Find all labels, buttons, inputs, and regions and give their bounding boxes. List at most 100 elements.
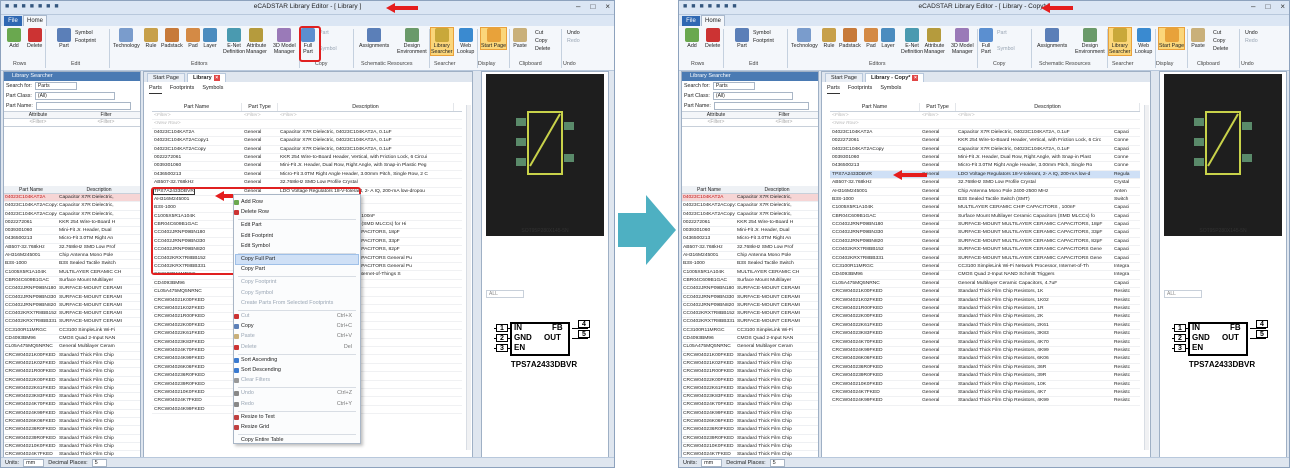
cell-part-name[interactable]: B3S-1000 — [830, 196, 920, 203]
cell-category[interactable]: Conne — [1112, 162, 1140, 169]
cell-part-name[interactable]: CRCW04023K83FKED — [152, 339, 242, 346]
searcher-row[interactable]: 04023C104KAT2ACopy1 Capacitor X7R Dielect… — [682, 202, 818, 211]
attribute-filter-row[interactable]: <Filter> <Filter> — [4, 119, 140, 127]
searcher-row[interactable]: CRCW040239R0FKED Standard Thick Film Chip — [682, 435, 818, 443]
cell-part-type[interactable]: General — [920, 204, 956, 211]
searcher-row[interactable]: CC0402JRNP09BN820 SURFACE-MOUNT CERAMI — [4, 302, 140, 311]
delete-button[interactable]: Delete — [705, 28, 720, 49]
part-name-input[interactable] — [713, 102, 809, 110]
cell-part-name[interactable]: CRCW040236R0FKED — [830, 364, 920, 371]
cell-part-type[interactable]: General — [242, 154, 278, 161]
cell-part-name[interactable]: 04023C104KAT2A — [152, 129, 242, 136]
cell-part-type[interactable]: General — [920, 229, 956, 236]
cell-description[interactable]: Micro-Fit 3.0TM Right Angle Header, 3.00… — [278, 171, 454, 178]
cell-part-name[interactable]: 0436500213 — [830, 162, 920, 169]
3d-model-manager-button[interactable]: 3D Model Manager — [273, 28, 296, 55]
cell-category[interactable]: Integra — [1112, 263, 1140, 270]
cell-description[interactable]: Standard Thick Film Chip Resistors, 4K99 — [956, 347, 1112, 354]
cell-category[interactable]: Resistc — [1112, 339, 1140, 346]
cell-part-name[interactable]: 04023C104KAT2A — [830, 129, 920, 136]
attribute-filter-row[interactable]: <Filter> <Filter> — [682, 119, 818, 127]
parts-grid-row[interactable]: CC0402JRNP09BN180 General SURFACE-MOUNT MU… — [830, 221, 1140, 230]
cell-part-type[interactable]: General — [920, 154, 956, 161]
cell-part-name[interactable]: 0039301060 — [152, 162, 242, 169]
parts-grid-row[interactable]: CC0402JRNP09BN820 General SURFACE-MOUNT MU… — [830, 238, 1140, 247]
cell-category[interactable]: Resistc — [1112, 313, 1140, 320]
cell-part-name[interactable]: CRCW040239R0FKED — [152, 381, 242, 388]
start-page-button[interactable]: Start Page — [479, 27, 508, 50]
design-environment-button[interactable]: Design Environment — [1075, 28, 1105, 55]
searcher-row[interactable]: CRCW040239R0FKED Standard Thick Film Chip — [4, 435, 140, 443]
parts-grid-row[interactable]: CBR04C609B1GAC General Surface Mount Multi… — [830, 213, 1140, 222]
minimize-icon[interactable]: – — [576, 2, 580, 11]
3d-model-manager-button[interactable]: 3D Model Manager — [951, 28, 974, 55]
decimal-places-select[interactable]: 5 — [769, 458, 785, 467]
parts-grid-row[interactable]: 04023C104KAT2A General Capacitor X7R Diele… — [830, 129, 1140, 138]
searcher-row[interactable]: CC0402JRNP09BN180 SURFACE-MOUNT CERAMI — [4, 285, 140, 294]
col-description[interactable]: Description — [956, 103, 1140, 111]
menu-item-copy-footprint[interactable]: Copy Footprint — [236, 278, 358, 287]
cell-description[interactable]: 32.768kHz SMD Low Profile Crystal — [278, 179, 454, 186]
assignments-button[interactable]: Assignments — [1037, 28, 1067, 49]
searcher-row[interactable]: 04023C104KAT2ACopy Capacitor X7R Dielectr… — [682, 211, 818, 219]
cell-part-name[interactable]: 0039301060 — [830, 154, 920, 161]
cell-part-type[interactable]: General — [242, 129, 278, 136]
parts-grid-row[interactable]: CC0402JRNP09BN330 General SURFACE-MOUNT MU… — [830, 229, 1140, 238]
searcher-row[interactable]: B3S-1000 B3S Sealed Tactile Switch — [682, 260, 818, 269]
menu-item-clear-filters[interactable]: Clear Filters — [234, 376, 358, 385]
cell-description[interactable]: Standard Thick Film Chip Resistors, 1K02 — [956, 297, 1112, 304]
parts-grid-row[interactable]: CRCW04022K61FKED General Standard Thick Fi… — [830, 322, 1140, 331]
searcher-row[interactable]: CD4093BM96 CMOS Quad 2-Input NAN — [682, 335, 818, 344]
cell-part-name[interactable]: CRCW04022K61FKED — [152, 330, 242, 337]
filter-cell[interactable]: <Filter> — [830, 112, 920, 119]
cell-part-name[interactable]: 04023C104KAT2ACopy — [830, 146, 920, 153]
part-button[interactable]: Part — [735, 28, 749, 49]
cell-category[interactable]: Regula — [1112, 171, 1140, 178]
units-select[interactable]: mm — [23, 458, 45, 467]
searcher-row[interactable]: CRCW040210K0FKED Standard Thick Film Chip — [682, 443, 818, 452]
menu-item-delete-row[interactable]: Delete Row — [234, 208, 358, 217]
searcher-row[interactable]: AB507-32.768kHz 32.768kHz SMD Low Prof — [4, 244, 140, 253]
searcher-row[interactable]: 0436500213 Micro-Fit 3.0TM Right An — [682, 235, 818, 244]
enet-definition-button[interactable]: E-Net Definition — [901, 28, 923, 55]
searcher-row[interactable]: C1005X5R1A104K MULTILAYER CERAMIC CH — [4, 269, 140, 277]
searcher-row[interactable]: CRCW04024K70FKED Standard Thick Film Chip — [4, 401, 140, 410]
cell-description[interactable]: Standard Thick Film Chip Resistors, 4K99 — [956, 397, 1112, 404]
filter-row[interactable]: <Filter> <Filter> <Filter> — [830, 112, 1140, 121]
view-filter-select[interactable]: ALL — [1164, 290, 1202, 298]
cell-part-name[interactable]: CRCW04021R00FKED — [830, 305, 920, 312]
redo-button[interactable]: Redo — [1245, 38, 1258, 44]
symbol-button[interactable]: Symbol — [753, 30, 771, 36]
cell-category[interactable]: Capaci — [1112, 280, 1140, 287]
searcher-row[interactable]: 0022272061 KKR 254 Wire-to-Board H — [682, 219, 818, 228]
cell-part-name[interactable]: CRCW04021K02FKED — [830, 297, 920, 304]
searcher-row[interactable]: CRCW04024K99FKED Standard Thick Film Chip — [682, 410, 818, 419]
cell-category[interactable]: Resistc — [1112, 355, 1140, 362]
add-button[interactable]: Add — [7, 28, 21, 49]
cell-part-type[interactable]: General — [242, 179, 278, 186]
cell-description[interactable]: Standard Thick Film Chip Resistors, 2K — [956, 313, 1112, 320]
parts-grid-row[interactable]: CRCW04021K02FKED General Standard Thick Fi… — [830, 297, 1140, 305]
cell-part-name[interactable]: CRCW04022K00FKED — [152, 322, 242, 329]
cell-part-name[interactable]: CC3100R11MRGC — [830, 263, 920, 270]
cell-category[interactable]: Capaci — [1112, 146, 1140, 153]
searcher-row[interactable]: CRCW040210K0FKED Standard Thick Film Chip — [4, 443, 140, 452]
cell-category[interactable]: Resistc — [1112, 381, 1140, 388]
menu-item-redo[interactable]: Redo Ctrl+Y — [234, 400, 358, 409]
redo-button[interactable]: Redo — [567, 38, 580, 44]
menu-item-add-row[interactable]: Add Row — [234, 198, 358, 207]
searcher-row[interactable]: 0039301060 Mini-Fit Jr. Header, Dual — [4, 227, 140, 236]
parts-grid-row[interactable]: CRCW04024K7FKED General Standard Thick Fil… — [830, 389, 1140, 398]
library-searcher-button[interactable]: Library Searcher — [1108, 27, 1132, 56]
filter-cell[interactable]: <Filter> — [242, 112, 278, 119]
menu-item-copy-entire-table[interactable]: Copy Entire Table — [236, 436, 358, 445]
cell-description[interactable]: Standard Thick Film Chip Resistors, 1K — [956, 288, 1112, 295]
cell-description[interactable]: B3S Sealed Tactile Switch (SMT) — [956, 196, 1112, 203]
cell-part-name[interactable]: CD4093BM96 — [152, 280, 242, 287]
cell-part-name[interactable]: CRCW04023K83FKED — [830, 330, 920, 337]
cell-part-type[interactable]: General — [920, 271, 956, 278]
cell-description[interactable]: Micro-Fit 3.0TM Right Angle Header, 3.00… — [956, 162, 1112, 169]
cell-part-name[interactable]: CRCW040210K0FKED — [152, 389, 242, 396]
parts-grid-row[interactable]: CL05A475MQ5NRNC General General Multilayer… — [830, 280, 1140, 289]
searcher-row[interactable]: C1005X5R1A104K MULTILAYER CERAMIC CH — [682, 269, 818, 277]
